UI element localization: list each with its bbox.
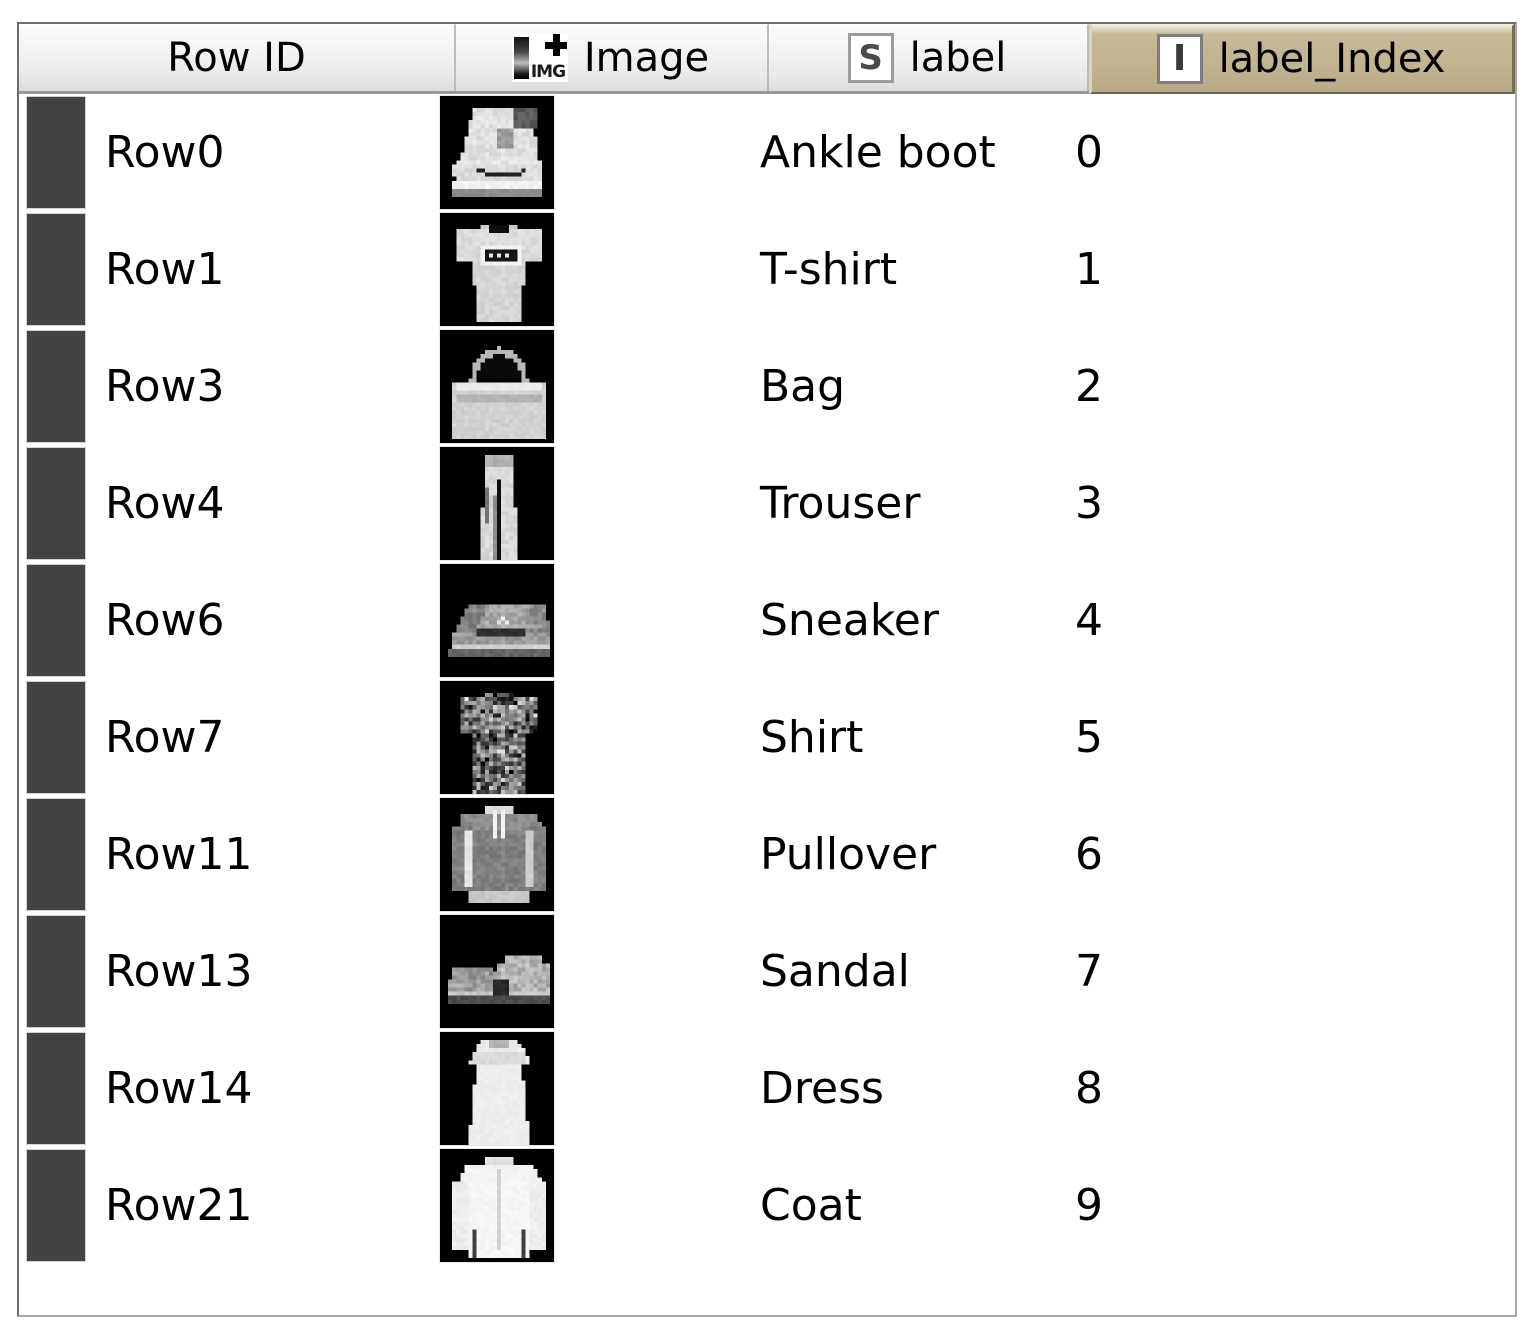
- label-cell: Coat: [760, 1180, 862, 1231]
- label-index-cell: 8: [1075, 1063, 1103, 1114]
- row-id-cell: Row3: [105, 361, 225, 412]
- pullover-thumbnail: [440, 798, 554, 911]
- row-color-swatch: [26, 564, 86, 677]
- row-color-swatch: [26, 1032, 86, 1145]
- row-color-swatch: [26, 213, 86, 326]
- label-index-cell: 4: [1075, 595, 1103, 646]
- row-id-cell: Row11: [105, 829, 253, 880]
- data-table-window: Row ID IMG Image S label I label_Index R…: [17, 22, 1517, 1317]
- label-cell: Pullover: [760, 829, 937, 880]
- column-header-label-index-label: label_Index: [1218, 36, 1446, 82]
- trouser-thumbnail: [440, 447, 554, 560]
- shirt-thumbnail: [440, 681, 554, 794]
- table-row[interactable]: Row0 Ankle boot 0: [19, 94, 1515, 211]
- string-type-icon: S: [847, 33, 894, 83]
- sneaker-thumbnail: [440, 564, 554, 677]
- image-cell[interactable]: [439, 95, 555, 210]
- label-index-cell: 5: [1075, 712, 1103, 763]
- row-color-swatch: [26, 330, 86, 443]
- table-header-row: Row ID IMG Image S label I label_Index: [19, 24, 1515, 95]
- integer-type-icon: I: [1156, 34, 1203, 84]
- label-index-cell: 0: [1075, 127, 1103, 178]
- table-row[interactable]: Row4 Trouser 3: [19, 445, 1515, 562]
- image-cell[interactable]: [439, 680, 555, 795]
- label-index-cell: 9: [1075, 1180, 1103, 1231]
- label-cell: Shirt: [760, 712, 864, 763]
- t-shirt-thumbnail: [440, 213, 554, 326]
- label-index-cell: 3: [1075, 478, 1103, 529]
- row-color-swatch: [26, 447, 86, 560]
- column-header-label-index[interactable]: I label_Index: [1089, 24, 1515, 95]
- column-header-image-label: Image: [583, 35, 710, 81]
- label-cell: Dress: [760, 1063, 884, 1114]
- image-cell[interactable]: [439, 446, 555, 561]
- sandal-thumbnail: [440, 915, 554, 1028]
- column-header-row-id[interactable]: Row ID: [19, 24, 456, 91]
- row-color-swatch: [26, 681, 86, 794]
- table-row[interactable]: Row1 T-shirt 1: [19, 211, 1515, 328]
- table-body[interactable]: Row0 Ankle boot 0 Row1 T-shirt 1 Row3 Bag 2 Row4 T…: [19, 94, 1515, 1315]
- coat-thumbnail: [440, 1149, 554, 1262]
- label-cell: Sandal: [760, 946, 910, 997]
- column-header-image[interactable]: IMG Image: [456, 24, 769, 91]
- table-row[interactable]: Row6 Sneaker 4: [19, 562, 1515, 679]
- row-id-cell: Row13: [105, 946, 253, 997]
- table-row[interactable]: Row3 Bag 2: [19, 328, 1515, 445]
- row-id-cell: Row4: [105, 478, 225, 529]
- label-cell: Sneaker: [760, 595, 939, 646]
- image-cell[interactable]: [439, 1148, 555, 1263]
- label-cell: Ankle boot: [760, 127, 996, 178]
- row-color-swatch: [26, 96, 86, 209]
- label-cell: T-shirt: [760, 244, 898, 295]
- image-cell[interactable]: [439, 797, 555, 912]
- image-cell[interactable]: [439, 1031, 555, 1146]
- column-header-label[interactable]: S label: [769, 24, 1089, 91]
- table-row[interactable]: Row21 Coat 9: [19, 1147, 1515, 1264]
- label-index-cell: 1: [1075, 244, 1103, 295]
- label-index-cell: 7: [1075, 946, 1103, 997]
- row-id-cell: Row7: [105, 712, 225, 763]
- image-cell[interactable]: [439, 914, 555, 1029]
- label-index-cell: 6: [1075, 829, 1103, 880]
- image-cell[interactable]: [439, 563, 555, 678]
- row-id-cell: Row0: [105, 127, 225, 178]
- row-id-cell: Row1: [105, 244, 225, 295]
- column-header-label-label: label: [909, 35, 1007, 81]
- image-cell[interactable]: [439, 329, 555, 444]
- ankle-boot-thumbnail: [440, 96, 554, 209]
- table-row[interactable]: Row7 Shirt 5: [19, 679, 1515, 796]
- table-row[interactable]: Row13 Sandal 7: [19, 913, 1515, 1030]
- row-color-swatch: [26, 798, 86, 911]
- row-id-cell: Row6: [105, 595, 225, 646]
- table-row[interactable]: Row14 Dress 8: [19, 1030, 1515, 1147]
- label-cell: Bag: [760, 361, 846, 412]
- row-id-cell: Row21: [105, 1180, 253, 1231]
- bag-thumbnail: [440, 330, 554, 443]
- row-id-cell: Row14: [105, 1063, 253, 1114]
- dress-thumbnail: [440, 1032, 554, 1145]
- image-cell[interactable]: [439, 212, 555, 327]
- table-row[interactable]: Row11 Pullover 6: [19, 796, 1515, 913]
- image-icon: IMG: [511, 34, 568, 82]
- row-color-swatch: [26, 1149, 86, 1262]
- label-cell: Trouser: [760, 478, 921, 529]
- label-index-cell: 2: [1075, 361, 1103, 412]
- row-color-swatch: [26, 915, 86, 1028]
- column-header-row-id-label: Row ID: [167, 35, 306, 81]
